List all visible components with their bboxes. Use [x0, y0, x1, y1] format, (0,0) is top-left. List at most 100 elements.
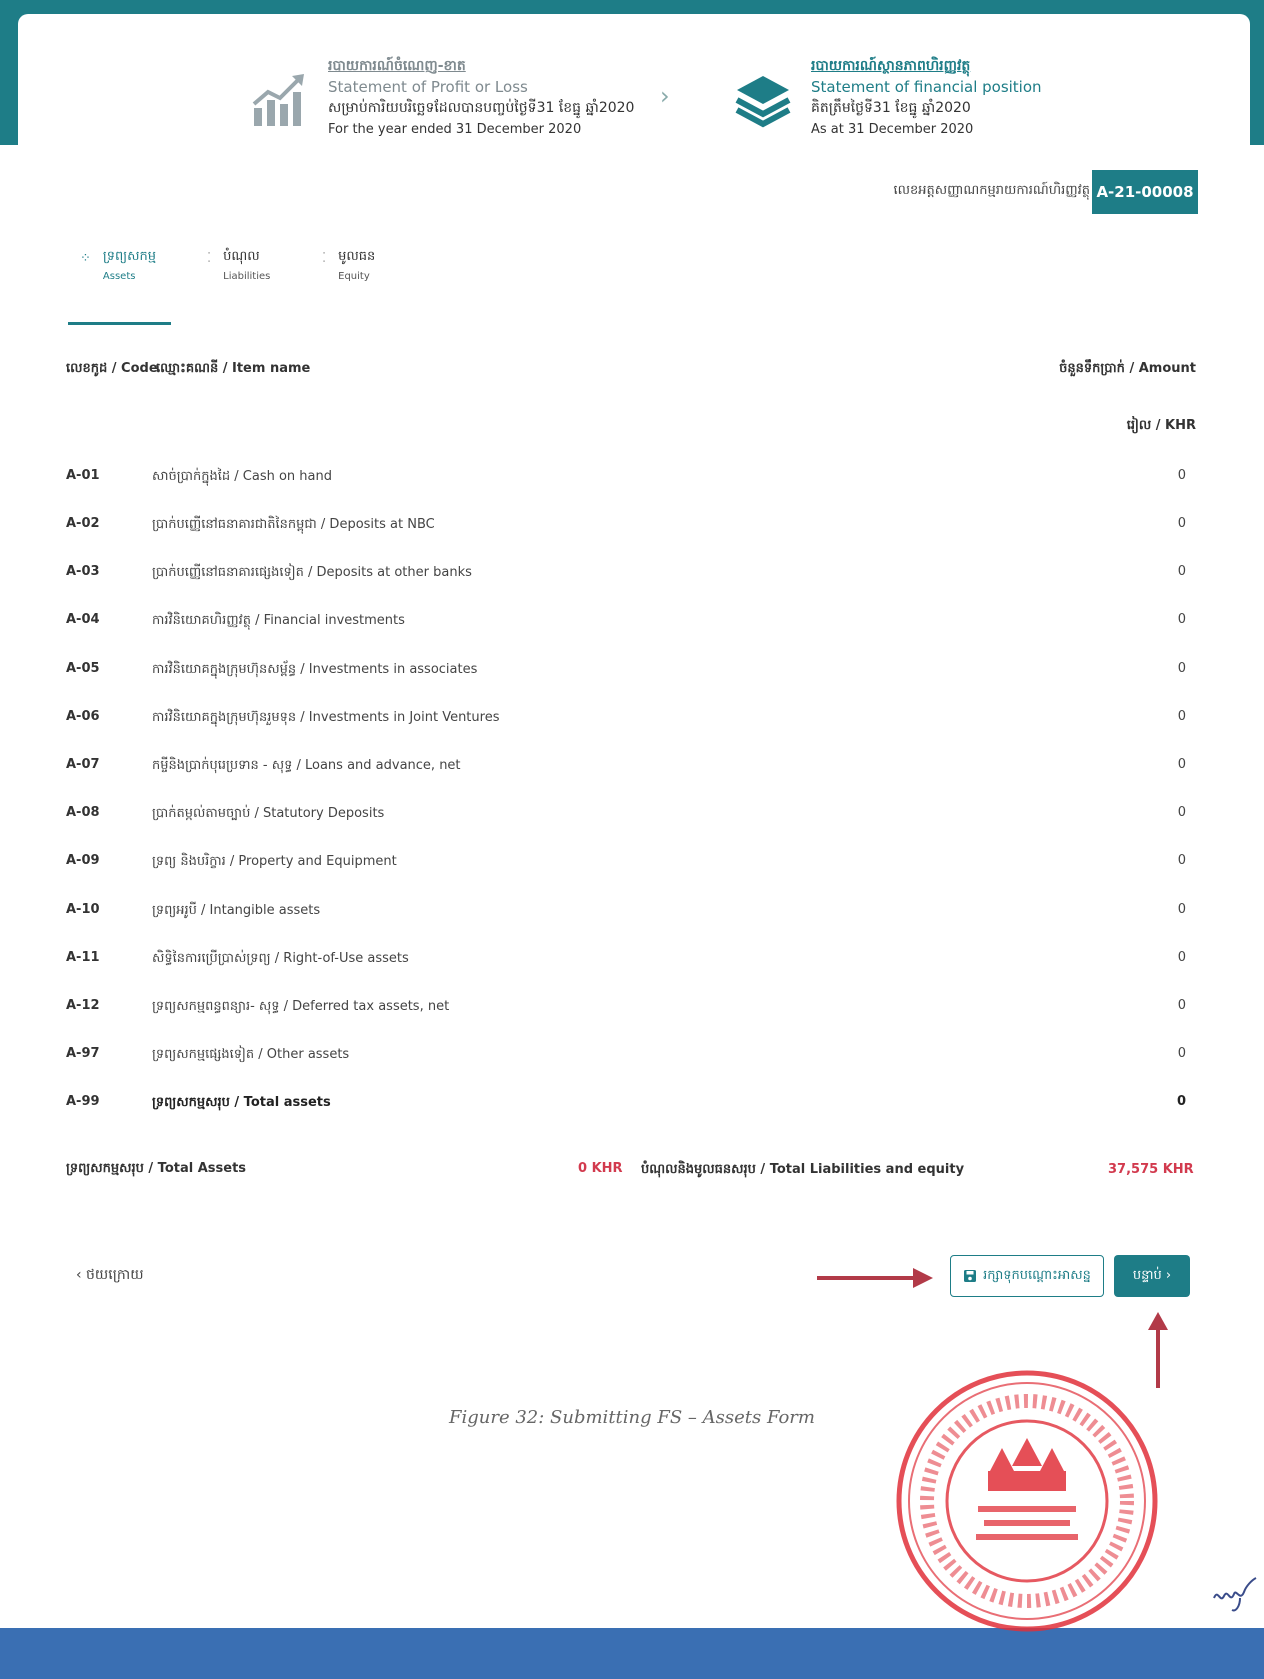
row-amount: 0: [1176, 1094, 1186, 1109]
row-code: A-05: [66, 661, 100, 676]
tab-label-en: Equity: [338, 271, 370, 282]
row-amount[interactable]: 0: [1178, 661, 1186, 676]
row-item-name: ទ្រព្យសកម្មផ្សេងទៀត / Other assets: [152, 1047, 350, 1062]
registration-label: លេខអត្តសញ្ញាណកម្មរាយការណ៍ហិរញ្ញវត្ថុ: [893, 183, 1090, 198]
table-row-total: A-99 ទ្រព្យសកម្មសរុប / Total assets 0: [0, 1094, 1264, 1118]
row-item-name: ទ្រព្យសកម្មសរុប / Total assets: [152, 1095, 331, 1110]
row-item-name: ការវិនិយោគក្នុងក្រុមហ៊ុនសម្ព័ន្ធ / Inves…: [152, 662, 478, 677]
tab-label-en: Assets: [102, 271, 136, 282]
save-icon: [964, 1270, 977, 1282]
step-period-en: For the year ended 31 December 2020: [328, 122, 582, 137]
step-period-en: As at 31 December 2020: [811, 122, 974, 137]
active-tab-indicator: [68, 322, 171, 325]
total-liabilities-equity-value: 37,575 KHR: [1108, 1162, 1194, 1177]
table-row: A-07 កម្ចីនិងប្រាក់បុរេប្រទាន - សុទ្ធ / …: [0, 757, 1264, 781]
step-profit-loss[interactable]: របាយការណ៍ចំណេញ-ខាត Statement of Profit o…: [250, 56, 634, 140]
save-draft-button[interactable]: រក្សាទុកបណ្តោះអាសន្ន: [950, 1255, 1104, 1297]
column-header-item-name: ឈ្មោះគណនី / Item name: [156, 361, 311, 376]
back-button[interactable]: ‹ ថយក្រោយ: [76, 1265, 144, 1286]
row-amount[interactable]: 0: [1178, 998, 1186, 1013]
row-item-name: ការវិនិយោគក្នុងក្រុមហ៊ុនរួមទុន / Investm…: [152, 710, 500, 725]
row-amount[interactable]: 0: [1178, 853, 1186, 868]
row-code: A-01: [66, 468, 100, 483]
row-code: A-10: [66, 902, 100, 917]
table-row: A-03 ប្រាក់បញ្ញើនៅធនាគារផ្សេងទៀត / Depos…: [0, 564, 1264, 588]
row-code: A-97: [66, 1046, 100, 1061]
save-draft-label: រក្សាទុកបណ្តោះអាសន្ន: [983, 1267, 1091, 1283]
tab-label-kh: មូលធន: [338, 249, 376, 264]
layers-icon: [735, 76, 791, 128]
table-row: A-97 ទ្រព្យសកម្មផ្សេងទៀត / Other assets …: [0, 1046, 1264, 1070]
registration-number: A-21-00008: [1092, 170, 1198, 214]
row-code: A-07: [66, 757, 100, 772]
tab-label-kh: ទ្រព្យសកម្ម: [102, 249, 157, 264]
row-amount[interactable]: 0: [1178, 1046, 1186, 1061]
tab-label-kh: បំណុល: [223, 249, 260, 264]
row-amount[interactable]: 0: [1178, 950, 1186, 965]
row-amount[interactable]: 0: [1178, 902, 1186, 917]
header-frame-left: [0, 0, 18, 145]
step-dot-icon: ⁘: [80, 251, 91, 266]
row-code: A-08: [66, 805, 100, 820]
table-row: A-09 ទ្រព្យ និងបរិក្ខារ / Property and E…: [0, 853, 1264, 877]
row-amount[interactable]: 0: [1178, 612, 1186, 627]
total-assets-value: 0 KHR: [578, 1161, 623, 1176]
row-item-name: ទ្រព្យ និងបរិក្ខារ / Property and Equipm…: [152, 854, 397, 869]
step-dot-icon: ⁚: [207, 251, 212, 266]
table-row: A-12 ទ្រព្យសកម្មពន្ធពន្យារ- សុទ្ធ / Defe…: [0, 998, 1264, 1022]
row-code: A-02: [66, 516, 100, 531]
table-row: A-06 ការវិនិយោគក្នុងក្រុមហ៊ុនរួមទុន / In…: [0, 709, 1264, 733]
currency-unit: រៀល / KHR: [1126, 418, 1196, 433]
column-header-amount: ចំនួនទឹកប្រាក់ / Amount: [1059, 361, 1196, 376]
row-item-name: កម្ចីនិងប្រាក់បុរេប្រទាន - សុទ្ធ / Loans…: [152, 758, 461, 773]
tab-liabilities[interactable]: ⁚ បំណុល Liabilities: [207, 248, 270, 284]
table-row: A-05 ការវិនិយោគក្នុងក្រុមហ៊ុនសម្ព័ន្ធ / …: [0, 661, 1264, 685]
step-financial-position[interactable]: របាយការណ៍ស្ថានភាពហិរញ្ញវត្ថុ Statement o…: [733, 56, 1042, 140]
tab-equity[interactable]: ⁚ មូលធន Equity: [322, 248, 375, 284]
row-item-name: ប្រាក់បញ្ញើនៅធនាគារផ្សេងទៀត / Deposits a…: [152, 565, 472, 580]
table-row: A-08 ប្រាក់តម្កល់តាមច្បាប់ / Statutory D…: [0, 805, 1264, 829]
table-row: A-11 សិទ្ធិនៃការប្រើប្រាស់ទ្រព្យ / Right…: [0, 950, 1264, 974]
step-title-kh: របាយការណ៍ស្ថានភាពហិរញ្ញវត្ថុ: [811, 58, 971, 74]
signature: [1213, 1577, 1257, 1612]
table-row: A-10 ទ្រព្យអរូបី / Intangible assets 0: [0, 902, 1264, 926]
row-code: A-11: [66, 950, 100, 965]
total-assets-label: ទ្រព្យសកម្មសរុប / Total Assets: [66, 1161, 247, 1176]
column-header-code: លេខកូដ / Code: [66, 361, 158, 376]
row-item-name: ប្រាក់តម្កល់តាមច្បាប់ / Statutory Deposi…: [152, 806, 385, 821]
row-item-name: ទ្រព្យសកម្មពន្ធពន្យារ- សុទ្ធ / Deferred …: [152, 999, 450, 1014]
row-item-name: សិទ្ធិនៃការប្រើប្រាស់ទ្រព្យ / Right-of-U…: [152, 951, 409, 966]
step-dot-icon: ⁚: [322, 251, 327, 266]
chevron-right-icon: ›: [660, 82, 670, 110]
row-amount[interactable]: 0: [1178, 709, 1186, 724]
tab-assets[interactable]: ⁘ ទ្រព្យសកម្ម Assets: [80, 248, 156, 284]
row-code: A-04: [66, 612, 100, 627]
row-amount[interactable]: 0: [1178, 468, 1186, 483]
row-item-name: ប្រាក់បញ្ញើនៅធនាគារជាតិនៃកម្ពុជា / Depos…: [152, 517, 435, 532]
total-liabilities-equity-label: បំណុលនិងមូលធនសរុប / Total Liabilities an…: [641, 1162, 965, 1177]
step-period-kh: គិតត្រឹមថ្ងៃទី31 ខែធ្នូ ឆ្នាំ2020: [811, 100, 971, 116]
arrow-right-icon: [817, 1268, 933, 1288]
next-button[interactable]: បន្ទាប់ ›: [1114, 1255, 1190, 1297]
row-code: A-12: [66, 998, 100, 1013]
row-code: A-03: [66, 564, 100, 579]
row-code: A-06: [66, 709, 100, 724]
row-item-name: ទ្រព្យអរូបី / Intangible assets: [152, 903, 321, 918]
row-amount[interactable]: 0: [1178, 805, 1186, 820]
row-code: A-99: [66, 1094, 100, 1109]
tab-label-en: Liabilities: [223, 271, 271, 282]
row-code: A-09: [66, 853, 100, 868]
table-row: A-01 សាច់ប្រាក់ក្នុងដៃ / Cash on hand 0: [0, 468, 1264, 492]
step-title-kh: របាយការណ៍ចំណេញ-ខាត: [328, 58, 466, 74]
table-row: A-04 ការវិនិយោគហិរញ្ញវត្ថុ / Financial i…: [0, 612, 1264, 636]
header-frame-right: [1250, 0, 1264, 145]
row-amount[interactable]: 0: [1178, 564, 1186, 579]
row-amount[interactable]: 0: [1178, 516, 1186, 531]
row-item-name: ការវិនិយោគហិរញ្ញវត្ថុ / Financial invest…: [152, 613, 405, 628]
step-period-kh: សម្រាប់ការិយបរិច្ឆេទដែលបានបញ្ចប់ថ្ងៃទី31…: [328, 100, 635, 116]
table-row: A-02 ប្រាក់បញ្ញើនៅធនាគារជាតិនៃកម្ពុជា / …: [0, 516, 1264, 540]
step-title-en: Statement of financial position: [811, 78, 1042, 96]
step-title-en: Statement of Profit or Loss: [328, 78, 528, 96]
official-stamp: [896, 1370, 1158, 1632]
row-amount[interactable]: 0: [1178, 757, 1186, 772]
